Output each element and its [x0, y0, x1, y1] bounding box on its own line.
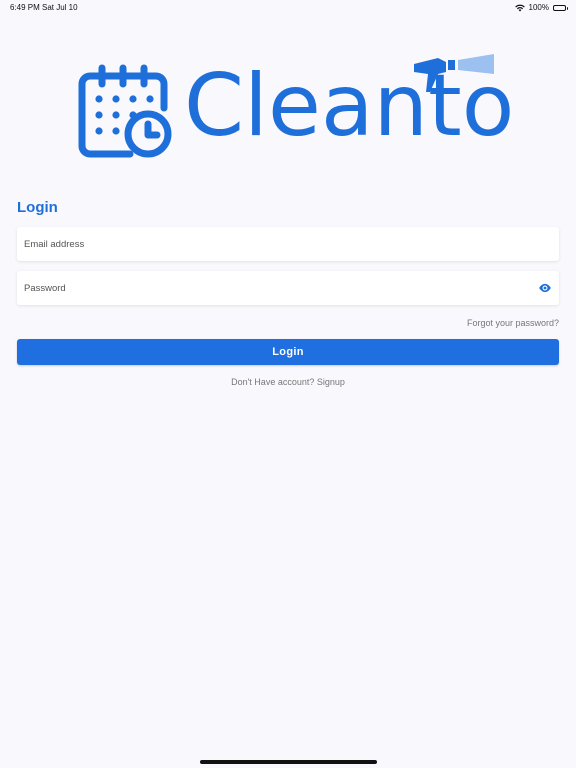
password-field[interactable]	[17, 271, 559, 305]
battery-icon	[553, 4, 568, 11]
login-title: Login	[17, 199, 58, 216]
wifi-icon	[514, 4, 525, 11]
battery-percent: 100%	[528, 3, 549, 12]
email-input[interactable]	[24, 238, 559, 250]
email-field[interactable]	[17, 227, 559, 261]
calendar-clock-icon	[78, 64, 172, 158]
signup-link[interactable]: Signup	[317, 377, 345, 387]
status-date: Sat Jul 10	[42, 3, 78, 12]
login-button[interactable]: Login	[17, 339, 559, 365]
signup-line: Don't Have account? Signup	[0, 377, 576, 387]
password-input[interactable]	[24, 282, 559, 294]
forgot-password-link[interactable]: Forgot your password?	[467, 318, 559, 328]
status-bar: 6:49 PM Sat Jul 10 100%	[0, 0, 576, 16]
spray-bottle-icon	[414, 54, 494, 92]
home-indicator[interactable]	[200, 760, 377, 764]
status-time: 6:49 PM	[10, 3, 40, 12]
signup-prompt: Don't Have account?	[231, 377, 315, 387]
status-right: 100%	[514, 3, 568, 12]
eye-icon[interactable]	[538, 282, 552, 294]
cleanto-logo: Cleanto	[78, 54, 514, 160]
